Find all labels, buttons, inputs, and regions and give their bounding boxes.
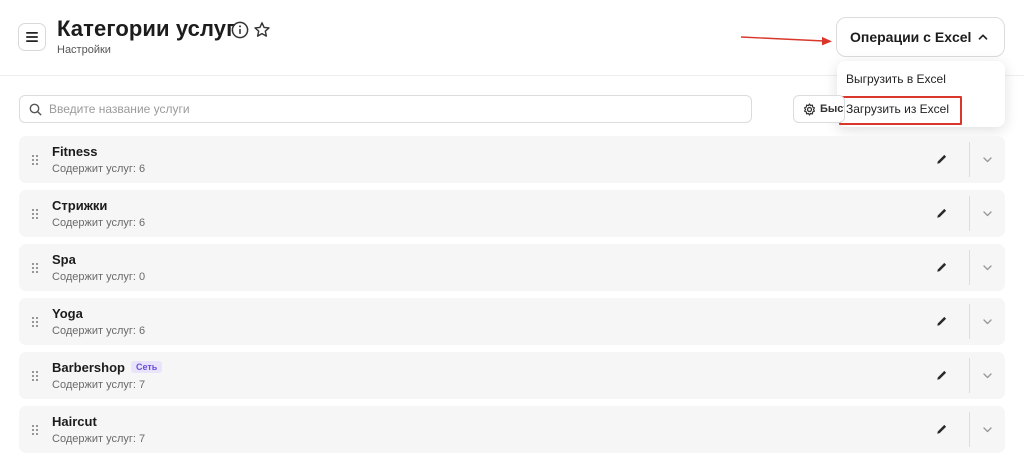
chevron-down-icon[interactable] bbox=[982, 208, 993, 219]
category-service-count: Содержит услуг: 6 bbox=[52, 163, 146, 175]
category-row[interactable]: Fitness Содержит услуг: 6 bbox=[19, 136, 1005, 183]
category-name: Barbershop Сеть bbox=[52, 360, 163, 375]
category-service-count: Содержит услуг: 7 bbox=[52, 433, 146, 445]
menu-toggle-button[interactable] bbox=[18, 23, 46, 51]
category-service-count: Содержит услуг: 6 bbox=[52, 325, 146, 337]
category-row[interactable]: Haircut Содержит услуг: 7 bbox=[19, 406, 1005, 453]
category-name: Yoga bbox=[52, 306, 83, 321]
category-row[interactable]: Yoga Содержит услуг: 6 bbox=[19, 298, 1005, 345]
row-divider bbox=[969, 250, 970, 285]
pencil-icon[interactable] bbox=[936, 423, 948, 435]
drag-handle-icon[interactable] bbox=[31, 154, 39, 166]
category-row[interactable]: Barbershop Сеть Содержит услуг: 7 bbox=[19, 352, 1005, 399]
info-icon[interactable] bbox=[231, 21, 249, 39]
chevron-up-icon bbox=[978, 34, 988, 40]
row-divider bbox=[969, 358, 970, 393]
excel-operations-label: Операции с Excel bbox=[850, 29, 972, 45]
category-name: Fitness bbox=[52, 144, 98, 159]
pencil-icon[interactable] bbox=[936, 153, 948, 165]
page-title: Категории услуг bbox=[57, 16, 236, 41]
search-box bbox=[19, 95, 752, 123]
drag-handle-icon[interactable] bbox=[31, 208, 39, 220]
row-divider bbox=[969, 196, 970, 231]
pencil-icon[interactable] bbox=[936, 261, 948, 273]
pencil-icon[interactable] bbox=[936, 315, 948, 327]
pencil-icon[interactable] bbox=[936, 369, 948, 381]
breadcrumb[interactable]: Настройки bbox=[57, 44, 111, 56]
search-input[interactable] bbox=[49, 99, 739, 119]
chevron-down-icon[interactable] bbox=[982, 316, 993, 327]
menu-item-export-excel[interactable]: Выгрузить в Excel bbox=[846, 72, 946, 86]
row-divider bbox=[969, 304, 970, 339]
chevron-down-icon[interactable] bbox=[982, 424, 993, 435]
search-icon bbox=[29, 103, 42, 116]
hamburger-icon bbox=[26, 32, 38, 42]
category-service-count: Содержит услуг: 7 bbox=[52, 379, 146, 391]
excel-operations-button[interactable]: Операции с Excel bbox=[836, 17, 1005, 57]
row-divider bbox=[969, 142, 970, 177]
drag-handle-icon[interactable] bbox=[31, 424, 39, 436]
drag-handle-icon[interactable] bbox=[31, 316, 39, 328]
star-icon[interactable] bbox=[253, 21, 271, 39]
annotation-highlight-box bbox=[839, 96, 962, 125]
category-row[interactable]: Spa Содержит услуг: 0 bbox=[19, 244, 1005, 291]
drag-handle-icon[interactable] bbox=[31, 370, 39, 382]
category-name: Haircut bbox=[52, 414, 97, 429]
category-service-count: Содержит услуг: 6 bbox=[52, 217, 146, 229]
row-divider bbox=[969, 412, 970, 447]
category-name: Spa bbox=[52, 252, 76, 267]
partial-toolbar-label: Быстрые bbox=[820, 103, 844, 115]
category-service-count: Содержит услуг: 0 bbox=[52, 271, 146, 283]
network-badge: Сеть bbox=[130, 361, 163, 373]
category-row[interactable]: Стрижки Содержит услуг: 6 bbox=[19, 190, 1005, 237]
category-name: Стрижки bbox=[52, 198, 108, 213]
chevron-down-icon[interactable] bbox=[982, 370, 993, 381]
chevron-down-icon[interactable] bbox=[982, 154, 993, 165]
drag-handle-icon[interactable] bbox=[31, 262, 39, 274]
partial-toolbar-button[interactable]: Быстрые bbox=[793, 95, 845, 123]
chevron-down-icon[interactable] bbox=[982, 262, 993, 273]
gear-icon bbox=[804, 103, 815, 116]
pencil-icon[interactable] bbox=[936, 207, 948, 219]
annotation-arrow bbox=[740, 36, 832, 46]
